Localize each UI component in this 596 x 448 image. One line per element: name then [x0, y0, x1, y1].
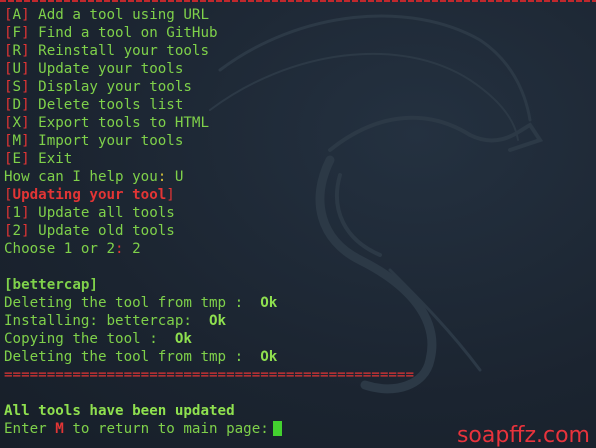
- separator-line: ========================================…: [4, 367, 414, 383]
- section-title: [Updating your tool]: [4, 187, 175, 203]
- choice-prompt: Choose 1 or 2: 2: [4, 241, 141, 257]
- menu-option: [U] Update your tools: [4, 61, 184, 77]
- terminal-output: [A] Add a tool using URL [F] Find a tool…: [4, 6, 414, 438]
- menu-option: [S] Display your tools: [4, 79, 192, 95]
- log-line: Deleting the tool from tmp : Ok: [4, 295, 278, 311]
- sub-option: [2] Update old tools: [4, 223, 175, 239]
- menu-option: [A] Add a tool using URL: [4, 7, 210, 23]
- completion-message: All tools have been updated: [4, 403, 235, 419]
- tool-name: [bettercap]: [4, 277, 98, 293]
- text-cursor[interactable]: [272, 421, 282, 436]
- menu-option: [M] Import your tools: [4, 133, 184, 149]
- log-line: Copying the tool : Ok: [4, 331, 192, 347]
- return-prompt[interactable]: Enter M to return to main page:: [4, 420, 414, 438]
- sub-option: [1] Update all tools: [4, 205, 175, 221]
- terminal-window[interactable]: [A] Add a tool using URL [F] Find a tool…: [0, 0, 596, 448]
- menu-option: [R] Reinstall your tools: [4, 43, 210, 59]
- menu-option: [E] Exit: [4, 151, 73, 167]
- menu-option: [X] Export tools to HTML: [4, 115, 210, 131]
- watermark: soapffz.com: [456, 423, 590, 448]
- log-line: Installing: bettercap: Ok: [4, 313, 227, 329]
- menu-option: [F] Find a tool on GitHub: [4, 25, 218, 41]
- log-line: Deleting the tool from tmp : Ok: [4, 349, 278, 365]
- menu-option: [D] Delete tools list: [4, 97, 184, 113]
- main-prompt: How can I help you: U: [4, 169, 184, 185]
